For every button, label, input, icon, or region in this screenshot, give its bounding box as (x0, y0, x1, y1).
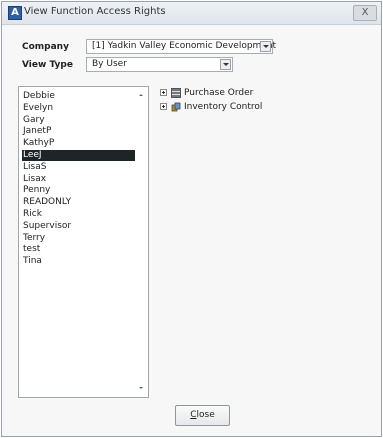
chevron-down-icon[interactable] (220, 59, 231, 70)
user-list[interactable]: Debbie Evelyn Gary JanetP KathyP LeeJ LisaS Lis… (18, 86, 149, 398)
user-list-item[interactable]: Evelyn (22, 103, 135, 114)
company-label: Company (22, 42, 69, 52)
expand-icon[interactable] (160, 103, 167, 110)
tree-node-label: Inventory Control (184, 102, 263, 112)
scroll-down-arrow-icon[interactable] (139, 387, 143, 389)
user-list-item[interactable]: test (22, 244, 135, 255)
user-list-item[interactable]: LeeJ (22, 150, 135, 161)
user-list-item[interactable]: KathyP (22, 138, 135, 149)
title-bar[interactable]: A View Function Access Rights X (2, 2, 381, 25)
user-list-item[interactable]: Debbie (22, 91, 135, 102)
user-list-item[interactable]: LisaS (22, 162, 135, 173)
tree-node-label: Purchase Order (184, 88, 254, 98)
user-list-item[interactable]: Rick (22, 209, 135, 220)
user-list-item[interactable]: Gary (22, 115, 135, 126)
user-list-item[interactable]: Tina (22, 256, 135, 267)
company-dropdown-value: [1] Yadkin Valley Economic Development (92, 41, 277, 51)
user-list-item[interactable]: READONLY (22, 197, 135, 208)
view-type-label: View Type (22, 60, 73, 70)
window-title: View Function Access Rights (24, 6, 166, 17)
scroll-up-arrow-icon[interactable] (139, 94, 143, 96)
purchase-order-icon (171, 88, 181, 98)
inventory-control-icon (171, 102, 181, 112)
close-button[interactable]: Close (175, 405, 230, 426)
user-list-item[interactable]: Terry (22, 233, 135, 244)
app-icon: A (8, 6, 22, 20)
user-list-item[interactable]: Supervisor (22, 221, 135, 232)
view-type-dropdown[interactable]: By User (86, 57, 233, 72)
expand-icon[interactable] (160, 89, 167, 96)
view-function-access-rights-window: A View Function Access Rights X Company … (1, 1, 382, 437)
company-dropdown[interactable]: [1] Yadkin Valley Economic Development (86, 39, 277, 54)
chevron-down-icon[interactable] (260, 41, 271, 52)
user-list-item[interactable]: JanetP (22, 126, 135, 137)
close-button-label: lose (196, 410, 215, 420)
user-list-item[interactable]: Penny (22, 185, 135, 196)
view-type-dropdown-value: By User (92, 59, 127, 69)
window-close-button[interactable]: X (353, 5, 377, 21)
user-list-item[interactable]: Lisax (22, 174, 135, 185)
